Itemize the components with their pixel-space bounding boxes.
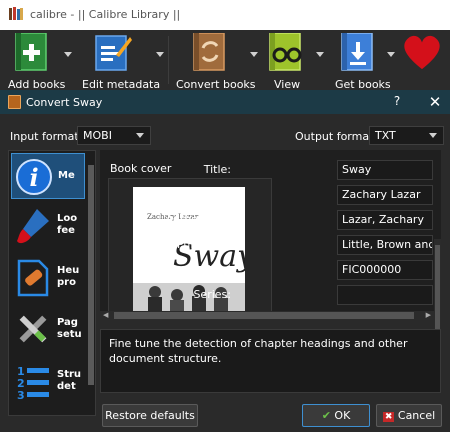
- chevron-down-icon: [429, 133, 437, 138]
- author-sort-label: Author sort:: [165, 213, 231, 226]
- output-format-label: Output format:: [295, 130, 378, 143]
- output-format-select[interactable]: TXT: [369, 126, 444, 145]
- tags-field[interactable]: FIC000000: [337, 260, 433, 280]
- add-books-dropdown-arrow[interactable]: [64, 52, 72, 57]
- cancel-label: Cancel: [397, 409, 436, 422]
- get-books-dropdown-arrow[interactable]: [387, 52, 395, 57]
- toolbar-separator: [168, 36, 169, 84]
- category-item-look-and-feel[interactable]: Loo fee: [11, 203, 85, 249]
- publisher-field[interactable]: Little, Brown and Co: [337, 235, 433, 255]
- convert-books-dropdown-arrow[interactable]: [250, 52, 258, 57]
- input-format-value: MOBI: [83, 129, 112, 142]
- scroll-left-arrow-icon[interactable]: ◀: [103, 311, 108, 319]
- category-item-structure-detection[interactable]: 1 2 3 Stru det: [11, 359, 85, 405]
- list-icon: 1 2 3: [17, 365, 49, 401]
- category-item-metadata[interactable]: i Me: [11, 153, 85, 199]
- authors-label: Author(s):: [175, 188, 231, 201]
- info-icon: i: [16, 159, 52, 195]
- series-field[interactable]: [337, 285, 433, 305]
- scroll-right-arrow-icon[interactable]: ▶: [426, 311, 431, 319]
- series-label: Series:: [193, 288, 231, 301]
- category-item-page-setup[interactable]: Pag setu: [11, 307, 85, 353]
- convert-books-icon[interactable]: [190, 33, 230, 71]
- add-books-icon[interactable]: [12, 33, 52, 71]
- option-description: Fine tune the detection of chapter headi…: [100, 329, 441, 393]
- brush-icon: [17, 209, 49, 244]
- window-titlebar: calibre - || Calibre Library ||: [0, 0, 450, 30]
- main-toolbar: Add books Edit metadata Convert books Vi…: [0, 30, 450, 91]
- ok-label: OK: [334, 409, 351, 422]
- dialog-title: Convert Sway: [26, 96, 103, 109]
- convert-dialog: Convert Sway ? ✕ Input format: MOBI Outp…: [0, 90, 450, 432]
- category-label: Loo fee: [57, 213, 78, 236]
- publisher-label: Publisher:: [176, 238, 231, 251]
- svg-text:3: 3: [17, 389, 25, 401]
- horizontal-scrollbar-thumb[interactable]: [114, 312, 414, 319]
- category-list[interactable]: i Me Loo fee Heu pro Pag setu 1 2 3 Stru…: [8, 150, 96, 416]
- chevron-down-icon: [136, 133, 144, 138]
- input-format-label: Input format:: [10, 130, 83, 143]
- checkmark-icon: ✔: [321, 409, 331, 422]
- help-button[interactable]: ?: [389, 94, 405, 110]
- input-format-select[interactable]: MOBI: [77, 126, 151, 145]
- view-dropdown-arrow[interactable]: [316, 52, 324, 57]
- calibre-app-icon: [9, 7, 23, 20]
- get-books-icon[interactable]: [338, 33, 378, 71]
- category-label: Me: [58, 170, 75, 181]
- tools-icon: [19, 315, 47, 343]
- authors-field[interactable]: Zachary Lazar: [337, 185, 433, 205]
- ok-button[interactable]: ✔ OK: [302, 404, 370, 427]
- output-format-value: TXT: [375, 129, 396, 142]
- svg-text:i: i: [29, 163, 38, 192]
- title-field[interactable]: Sway: [337, 160, 433, 180]
- category-label: Stru det: [57, 369, 82, 392]
- cancel-button[interactable]: ✖ Cancel: [376, 404, 442, 427]
- tags-label: Tags:: [202, 263, 231, 276]
- horizontal-scrollbar[interactable]: ◀ ▶: [100, 311, 434, 320]
- donate-heart-icon[interactable]: [400, 33, 444, 71]
- convert-dialog-icon: [8, 95, 21, 109]
- category-item-heuristic-processing[interactable]: Heu pro: [11, 255, 85, 301]
- author-sort-field[interactable]: Lazar, Zachary: [337, 210, 433, 230]
- category-label: Pag setu: [57, 317, 82, 340]
- dialog-titlebar: Convert Sway ? ✕: [0, 90, 450, 114]
- cancel-x-icon: ✖: [382, 412, 395, 422]
- window-title: calibre - || Calibre Library ||: [30, 8, 181, 21]
- category-scrollbar-thumb[interactable]: [88, 165, 94, 385]
- edit-metadata-dropdown-arrow[interactable]: [156, 52, 164, 57]
- edit-metadata-icon[interactable]: [92, 33, 132, 71]
- title-label: Title:: [203, 163, 231, 176]
- close-icon[interactable]: ✕: [426, 93, 444, 111]
- metadata-panel: Book cover Zachary Lazar Sway Title: Swa…: [100, 150, 441, 316]
- category-scrollbar[interactable]: [87, 151, 95, 415]
- view-icon[interactable]: [266, 33, 306, 71]
- category-label: Heu pro: [57, 265, 80, 288]
- restore-defaults-button[interactable]: Restore defaults: [102, 404, 198, 427]
- document-icon: [17, 259, 49, 297]
